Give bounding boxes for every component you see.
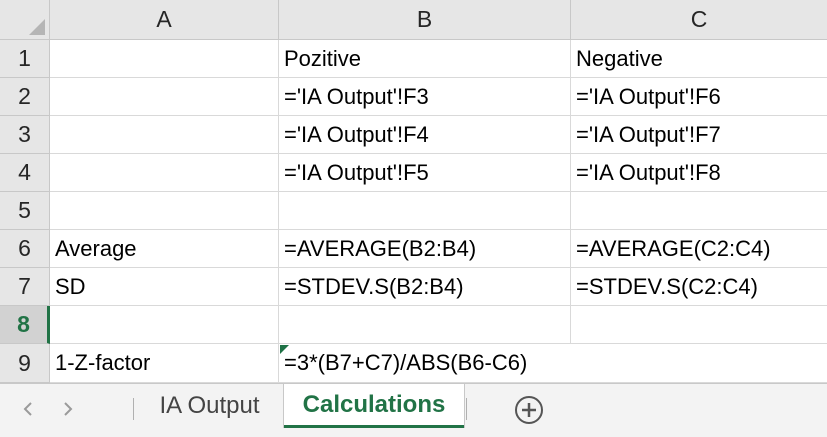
row-header-8[interactable]: 8 bbox=[0, 306, 50, 344]
cell-a2[interactable] bbox=[50, 78, 279, 116]
cell-b4[interactable]: ='IA Output'!F5 bbox=[279, 154, 571, 192]
row-header-7[interactable]: 7 bbox=[0, 268, 50, 306]
chevron-left-icon[interactable] bbox=[18, 398, 38, 420]
cell-c4[interactable]: ='IA Output'!F8 bbox=[571, 154, 827, 192]
spreadsheet-grid: A B C 1 2 3 4 5 6 7 8 9 Pozitive Negativ… bbox=[0, 0, 827, 383]
cell-c1[interactable]: Negative bbox=[571, 40, 827, 78]
cell-b2[interactable]: ='IA Output'!F3 bbox=[279, 78, 571, 116]
column-header-a[interactable]: A bbox=[50, 0, 279, 40]
row-header-2[interactable]: 2 bbox=[0, 78, 50, 116]
cell-c7[interactable]: =STDEV.S(C2:C4) bbox=[571, 268, 827, 306]
cell-b3[interactable]: ='IA Output'!F4 bbox=[279, 116, 571, 154]
cell-a4[interactable] bbox=[50, 154, 279, 192]
cell-c8[interactable] bbox=[571, 306, 827, 344]
tab-calculations[interactable]: Calculations bbox=[284, 384, 464, 428]
select-all-triangle-icon bbox=[29, 19, 45, 35]
cell-b6[interactable]: =AVERAGE(B2:B4) bbox=[279, 230, 571, 268]
formula-warning-indicator-icon[interactable] bbox=[280, 345, 289, 354]
tab-divider bbox=[466, 398, 467, 420]
cell-c9[interactable] bbox=[571, 344, 827, 383]
cell-a6[interactable]: Average bbox=[50, 230, 279, 268]
cell-b7[interactable]: =STDEV.S(B2:B4) bbox=[279, 268, 571, 306]
tab-divider bbox=[133, 398, 134, 420]
row-header-6[interactable]: 6 bbox=[0, 230, 50, 268]
cell-b5[interactable] bbox=[279, 192, 571, 230]
plus-circle-icon[interactable] bbox=[514, 395, 544, 425]
sheet-tab-bar: IA Output Calculations bbox=[0, 383, 827, 437]
cell-a1[interactable] bbox=[50, 40, 279, 78]
tab-ia-output[interactable]: IA Output bbox=[138, 384, 281, 428]
cell-c3[interactable]: ='IA Output'!F7 bbox=[571, 116, 827, 154]
row-header-4[interactable]: 4 bbox=[0, 154, 50, 192]
cell-a7[interactable]: SD bbox=[50, 268, 279, 306]
row-header-9[interactable]: 9 bbox=[0, 344, 50, 383]
cell-b1[interactable]: Pozitive bbox=[279, 40, 571, 78]
cell-c2[interactable]: ='IA Output'!F6 bbox=[571, 78, 827, 116]
cell-a3[interactable] bbox=[50, 116, 279, 154]
cell-a9[interactable]: 1-Z-factor bbox=[50, 344, 279, 383]
row-header-5[interactable]: 5 bbox=[0, 192, 50, 230]
cell-c6[interactable]: =AVERAGE(C2:C4) bbox=[571, 230, 827, 268]
row-header-1[interactable]: 1 bbox=[0, 40, 50, 78]
cell-b9[interactable]: =3*(B7+C7)/ABS(B6-C6) bbox=[279, 344, 571, 383]
cell-a8[interactable] bbox=[50, 306, 279, 344]
cell-a5[interactable] bbox=[50, 192, 279, 230]
chevron-right-icon[interactable] bbox=[58, 398, 78, 420]
row-header-3[interactable]: 3 bbox=[0, 116, 50, 154]
select-all-corner[interactable] bbox=[0, 0, 50, 40]
cell-b9-text: =3*(B7+C7)/ABS(B6-C6) bbox=[284, 350, 528, 375]
column-header-b[interactable]: B bbox=[279, 0, 571, 40]
cell-b8[interactable] bbox=[279, 306, 571, 344]
column-header-c[interactable]: C bbox=[571, 0, 827, 40]
cell-c5[interactable] bbox=[571, 192, 827, 230]
